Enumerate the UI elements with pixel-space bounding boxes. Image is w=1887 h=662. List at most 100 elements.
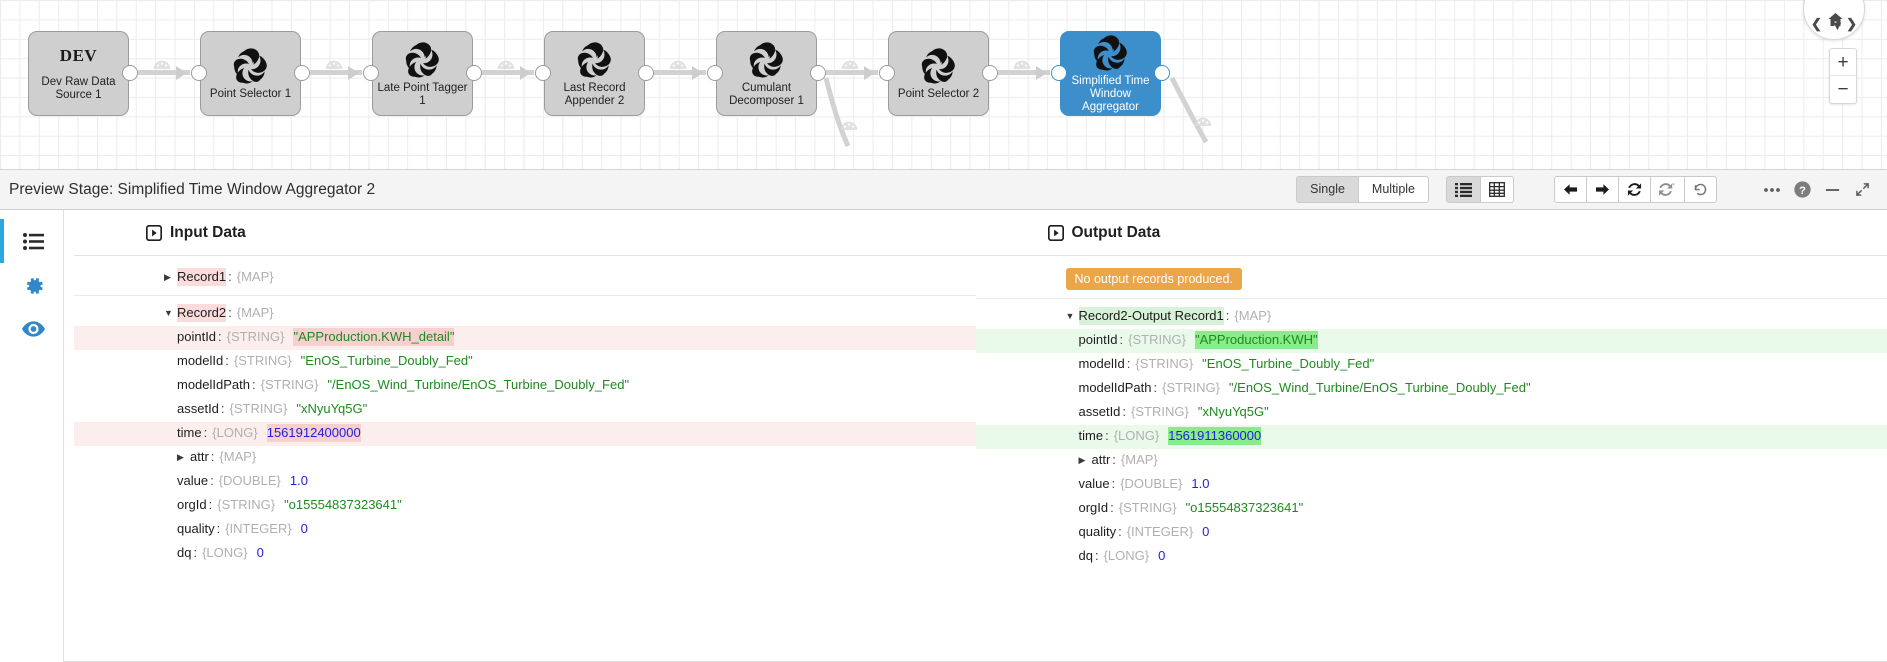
field-row[interactable]: quality: {INTEGER} 0 bbox=[74, 518, 976, 542]
canvas-zoom-controls[interactable]: + − bbox=[1829, 48, 1857, 104]
home-icon[interactable] bbox=[1827, 12, 1844, 30]
zoom-out-button[interactable]: − bbox=[1830, 76, 1856, 103]
node-output-port[interactable] bbox=[466, 65, 482, 81]
node-input-port[interactable] bbox=[879, 65, 895, 81]
sidebar-item-records[interactable] bbox=[0, 219, 63, 263]
expand-icon[interactable] bbox=[1847, 176, 1877, 203]
node-input-port[interactable] bbox=[535, 65, 551, 81]
field-key: time bbox=[177, 425, 202, 440]
node-input-port[interactable] bbox=[191, 65, 207, 81]
field-row[interactable]: dq: {LONG} 0 bbox=[976, 545, 1887, 569]
key-colon: : bbox=[216, 521, 221, 536]
pipeline-node-dev-raw-data-source-1[interactable]: DEV Dev Raw Data Source 1 bbox=[28, 31, 129, 116]
field-value: 1561911360000 bbox=[1168, 427, 1262, 445]
step-forward-button[interactable] bbox=[1587, 176, 1619, 203]
step-back-button[interactable] bbox=[1554, 176, 1587, 203]
field-value: 1.0 bbox=[1191, 476, 1210, 491]
pan-right-icon[interactable]: ❯ bbox=[1846, 17, 1857, 30]
node-label: Simplified Time Window Aggregator bbox=[1071, 75, 1150, 113]
field-row[interactable]: pointId: {STRING} "APProduction.KWH" bbox=[975, 329, 1887, 353]
expand-caret-icon[interactable]: ▶ bbox=[1079, 451, 1092, 469]
field-row[interactable]: orgId: {STRING} "o15554837323641" bbox=[74, 494, 976, 518]
field-row[interactable]: modelIdPath: {STRING} "/EnOS_Wind_Turbine/… bbox=[74, 374, 976, 398]
node-output-port[interactable] bbox=[1154, 65, 1170, 81]
field-value: 0 bbox=[1202, 524, 1210, 539]
play-box-icon bbox=[146, 225, 162, 241]
record-node-row[interactable]: ▶ Record1: {MAP} bbox=[74, 266, 976, 290]
node-dev-badge: DEV bbox=[59, 45, 98, 65]
field-row[interactable]: time: {LONG} 1561912400000 bbox=[74, 422, 976, 446]
record-node-row[interactable]: ▼ Record2-Output Record1: {MAP} bbox=[976, 305, 1887, 329]
node-output-port[interactable] bbox=[810, 65, 826, 81]
node-logo-icon bbox=[749, 41, 783, 77]
link-metrics-icon bbox=[1013, 60, 1031, 69]
input-data-title: Input Data bbox=[170, 224, 246, 241]
refresh-button[interactable] bbox=[1619, 176, 1651, 203]
field-key: value bbox=[177, 473, 209, 488]
key-colon: : bbox=[1094, 548, 1099, 563]
node-output-port[interactable] bbox=[122, 65, 138, 81]
field-type: {STRING} bbox=[217, 497, 276, 512]
field-key: dq bbox=[1078, 548, 1093, 563]
pipeline-node-point-selector-1[interactable]: Point Selector 1 bbox=[200, 31, 301, 116]
field-row[interactable]: dq: {LONG} 0 bbox=[74, 542, 976, 566]
record-node-row[interactable]: ▼ Record2: {MAP} bbox=[74, 302, 976, 326]
minimize-icon[interactable] bbox=[1817, 176, 1847, 203]
field-row[interactable]: pointId: {STRING} "APProduction.KWH_detail… bbox=[74, 326, 976, 350]
expand-caret-icon[interactable]: ▼ bbox=[1066, 307, 1079, 325]
link-metrics-icon bbox=[153, 60, 171, 69]
pipeline-node-cumulant-decomposer-1[interactable]: Cumulant Decomposer 1 bbox=[716, 31, 817, 116]
pan-left-icon[interactable]: ❮ bbox=[1811, 17, 1822, 30]
pipeline-node-point-selector-2[interactable]: Point Selector 2 bbox=[888, 31, 989, 116]
field-row[interactable]: time: {LONG} 1561911360000 bbox=[975, 425, 1887, 449]
multiple-mode-button[interactable]: Multiple bbox=[1358, 176, 1429, 203]
field-value: "o15554837323641" bbox=[284, 497, 402, 512]
zoom-in-button[interactable]: + bbox=[1830, 49, 1856, 76]
canvas-navigation-compass[interactable]: ▲ ▼ ❮ ❯ bbox=[1803, 0, 1865, 40]
single-mode-button[interactable]: Single bbox=[1296, 176, 1359, 203]
revert-button[interactable] bbox=[1685, 176, 1717, 203]
pipeline-node-simplified-time-window-aggregator[interactable]: Simplified Time Window Aggregator bbox=[1060, 31, 1161, 116]
node-output-port[interactable] bbox=[638, 65, 654, 81]
expand-caret-icon[interactable]: ▶ bbox=[177, 448, 190, 466]
field-row[interactable]: ▶ attr: {MAP} bbox=[976, 449, 1887, 473]
sidebar-item-settings[interactable] bbox=[0, 263, 63, 307]
field-row[interactable]: orgId: {STRING} "o15554837323641" bbox=[976, 497, 1887, 521]
field-row[interactable]: modelId: {STRING} "EnOS_Turbine_Doubly_Fed… bbox=[976, 353, 1887, 377]
refresh-all-button[interactable]: * bbox=[1651, 176, 1685, 203]
pipeline-node-late-point-tagger-1[interactable]: Late Point Tagger 1 bbox=[372, 31, 473, 116]
field-row[interactable]: value: {DOUBLE} 1.0 bbox=[976, 473, 1887, 497]
data-panes: Input Data ▶ Record1: {MAP} ▼ Record2: {MAP} p… bbox=[64, 210, 1887, 662]
key-colon: : bbox=[210, 449, 215, 464]
key-colon: : bbox=[1119, 332, 1124, 347]
help-icon[interactable]: ? bbox=[1787, 176, 1817, 203]
node-input-port[interactable] bbox=[363, 65, 379, 81]
expand-caret-icon[interactable]: ▼ bbox=[164, 304, 177, 322]
field-value: 1.0 bbox=[289, 473, 308, 488]
sidebar-item-preview[interactable] bbox=[0, 307, 63, 351]
key-colon: : bbox=[1118, 524, 1122, 539]
node-output-port[interactable] bbox=[294, 65, 310, 81]
field-row[interactable]: assetId: {STRING} "xNyuYq5G" bbox=[976, 401, 1887, 425]
expand-caret-icon[interactable]: ▶ bbox=[164, 268, 177, 286]
node-output-port[interactable] bbox=[982, 65, 998, 81]
node-input-port[interactable] bbox=[707, 65, 723, 81]
field-row[interactable]: modelId: {STRING} "EnOS_Turbine_Doubly_Fed… bbox=[74, 350, 976, 374]
pipeline-node-last-record-appender-2[interactable]: Last Record Appender 2 bbox=[544, 31, 645, 116]
node-label: Cumulant Decomposer 1 bbox=[729, 81, 804, 107]
field-row[interactable]: value: {DOUBLE} 1.0 bbox=[74, 470, 976, 494]
field-row[interactable]: assetId: {STRING} "xNyuYq5G" bbox=[74, 398, 976, 422]
field-row[interactable]: ▶ attr: {MAP} bbox=[74, 446, 976, 470]
node-logo-icon bbox=[577, 41, 611, 77]
field-row[interactable]: quality: {INTEGER} 0 bbox=[976, 521, 1887, 545]
table-view-button[interactable] bbox=[1481, 176, 1514, 203]
list-view-button[interactable] bbox=[1446, 176, 1481, 203]
field-row[interactable]: modelIdPath: {STRING} "/EnOS_Wind_Turbine/… bbox=[976, 377, 1887, 401]
pipeline-canvas[interactable]: DEV Dev Raw Data Source 1 Point Selector 1 L… bbox=[0, 0, 1887, 170]
more-options-button[interactable] bbox=[1757, 176, 1787, 203]
key-colon: : bbox=[1225, 308, 1230, 323]
field-key: orgId bbox=[1078, 500, 1109, 515]
field-type: {STRING} bbox=[1162, 380, 1220, 395]
node-input-port[interactable] bbox=[1051, 65, 1067, 81]
record-type: {MAP} bbox=[1234, 308, 1272, 323]
